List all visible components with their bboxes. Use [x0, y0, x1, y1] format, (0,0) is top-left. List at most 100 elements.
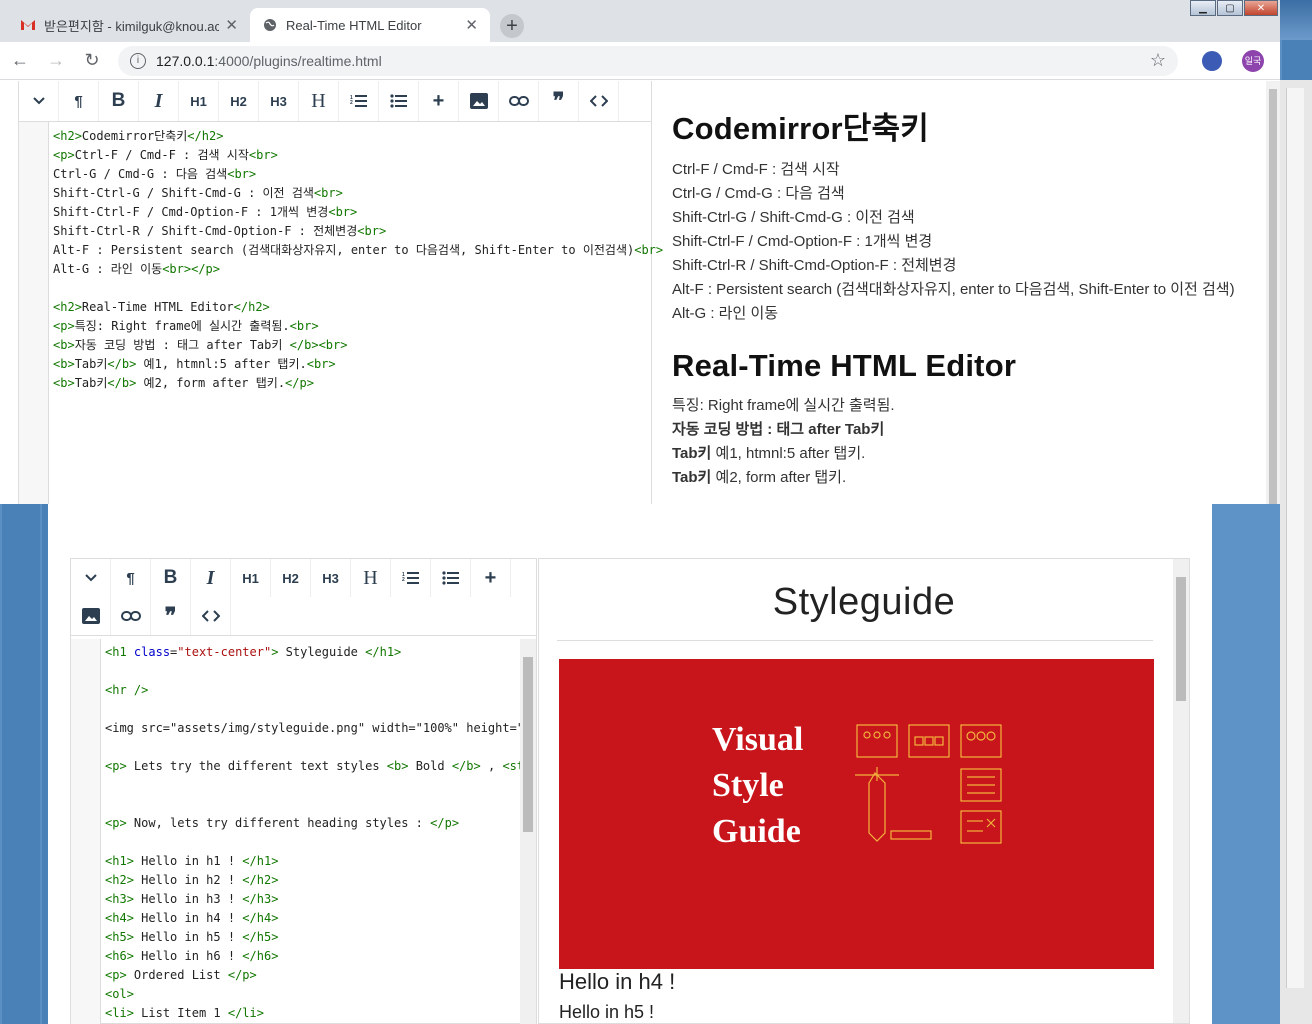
link-icon[interactable]	[111, 597, 151, 635]
italic-button[interactable]: I	[139, 81, 179, 121]
ordered-list-icon[interactable]: 12	[391, 559, 431, 597]
bold-button[interactable]: B	[99, 81, 139, 121]
code-line[interactable]: 9	[19, 279, 651, 298]
reload-icon[interactable]: ↻	[76, 45, 108, 77]
h1-button[interactable]: H1	[231, 559, 271, 597]
add-button[interactable]: +	[471, 559, 511, 597]
scrollbar-thumb[interactable]	[1269, 89, 1277, 504]
code-editor-2: ¶ B I H1 H2 H3 H 12 + ❞ 1<h1 class="text…	[70, 558, 537, 1024]
code-line[interactable]: 13<b>Tab키</b> 예1, htmnl:5 after 탭키.<br>	[19, 355, 651, 374]
code-line[interactable]: 11	[71, 833, 521, 852]
close-tab-icon[interactable]: ✕	[465, 16, 478, 34]
image-icon[interactable]	[459, 81, 499, 121]
code-line[interactable]: 32<li> List Item 1 </li>	[71, 1004, 521, 1023]
maximize-icon[interactable]: ▢	[1217, 0, 1243, 16]
h2-button[interactable]: H2	[271, 559, 311, 597]
code-line[interactable]: 8	[71, 776, 521, 795]
code-line[interactable]: 16<h5> Hello in h5 ! </h5>	[71, 928, 521, 947]
minimize-icon[interactable]: ▁	[1190, 0, 1216, 16]
code-line[interactable]: 2	[71, 662, 521, 681]
info-icon[interactable]: i	[130, 52, 146, 69]
extension-icon[interactable]	[1202, 50, 1222, 71]
editor-scrollbar[interactable]	[520, 639, 536, 1024]
collapse-button[interactable]	[19, 81, 59, 121]
close-window-icon[interactable]: ✕	[1244, 0, 1278, 16]
forward-icon[interactable]: →	[40, 45, 72, 77]
code-line[interactable]: 7 Alt-F : Persistent search (검색대화상자유지, e…	[19, 241, 663, 260]
code-line[interactable]: 15<h4> Hello in h4 ! </h4>	[71, 909, 521, 928]
code-text: <h2>Real-Time HTML Editor</h2>	[53, 300, 270, 314]
code-line[interactable]: 10<p> Now, lets try different heading st…	[71, 814, 521, 833]
image-icon[interactable]	[71, 597, 111, 635]
code-icon[interactable]	[579, 81, 619, 121]
profile-avatar[interactable]: 일국	[1242, 49, 1264, 72]
svg-text:2: 2	[402, 577, 405, 583]
code-line[interactable]: 14<h3> Hello in h3 ! </h3>	[71, 890, 521, 909]
ordered-list-icon[interactable]: 12	[339, 81, 379, 121]
code-text: <h2>Codemirror단축키</h2>	[53, 129, 224, 143]
code-text: <b>Tab키</b> 예2, form after 탭키.</p>	[53, 376, 314, 390]
code-line[interactable]: 5Shift-Ctrl-F / Cmd-Option-F : 1개씩 변경<br…	[19, 203, 651, 222]
collapse-button[interactable]	[71, 559, 111, 597]
scrollbar-thumb[interactable]	[1176, 577, 1186, 701]
code-text: <b>자동 코딩 방법 : 태그 after Tab키 </b><br>	[53, 338, 348, 352]
code-line[interactable]: 9	[71, 795, 521, 814]
code-icon[interactable]	[191, 597, 231, 635]
heading-button[interactable]: H	[351, 559, 391, 597]
tab-gmail[interactable]: 받은편지함 - kimilguk@knou.ac ✕	[8, 8, 250, 42]
code-area-2[interactable]: 1<h1 class="text-center"> Styleguide </h…	[71, 639, 521, 1024]
scrollbar-thumb[interactable]	[523, 657, 533, 832]
code-line[interactable]: 3<hr />	[71, 681, 521, 700]
unordered-list-icon[interactable]	[379, 81, 419, 121]
preview-scrollbar[interactable]	[1173, 559, 1189, 1023]
back-icon[interactable]: ←	[4, 45, 36, 77]
unordered-list-icon[interactable]	[431, 559, 471, 597]
code-line[interactable]: 6Shift-Ctrl-R / Shift-Cmd-Option-F : 전체변…	[19, 222, 651, 241]
heading-label: H	[311, 89, 326, 112]
code-line[interactable]: 8 Alt-G : 라인 이동<br></p>	[19, 260, 651, 279]
new-tab-button[interactable]: +	[500, 14, 524, 38]
code-line[interactable]: 12<h1> Hello in h1 ! </h1>	[71, 852, 521, 871]
h1-button[interactable]: H1	[179, 81, 219, 121]
code-line[interactable]: 5 <img src="assets/img/styleguide.png" w…	[71, 719, 521, 738]
quote-icon[interactable]: ❞	[539, 81, 579, 121]
code-line[interactable]: 14<b>Tab키</b> 예2, form after 탭키.</p>	[19, 374, 651, 393]
bold-button[interactable]: B	[151, 559, 191, 597]
h1-label: H1	[242, 570, 259, 586]
link-icon[interactable]	[499, 81, 539, 121]
code-line[interactable]: 4Shift-Ctrl-G / Shift-Cmd-G : 이전 검색<br>	[19, 184, 651, 203]
code-line[interactable]: 10<h2>Real-Time HTML Editor</h2>	[19, 298, 651, 317]
outer-scrollbar[interactable]	[1280, 80, 1312, 1024]
address-bar[interactable]: i 127.0.0.1:4000/plugins/realtime.html ☆	[118, 45, 1178, 76]
code-line[interactable]: 17<h6> Hello in h6 ! </h6>	[71, 947, 521, 966]
code-line[interactable]: 6	[71, 738, 521, 757]
code-line[interactable]: 13<h2> Hello in h2 ! </h2>	[71, 871, 521, 890]
h2-button[interactable]: H2	[219, 81, 259, 121]
code-line[interactable]: 2<p>Ctrl-F / Cmd-F : 검색 시작<br>	[19, 146, 651, 165]
heading-button[interactable]: H	[299, 81, 339, 121]
bookmark-star-icon[interactable]: ☆	[1150, 50, 1166, 71]
close-tab-icon[interactable]: ✕	[225, 16, 238, 34]
code-line[interactable]: 7<p> Lets try the different text styles …	[71, 757, 521, 776]
paragraph-button[interactable]: ¶	[111, 559, 151, 597]
code-line[interactable]: 1<h1 class="text-center"> Styleguide </h…	[71, 643, 521, 662]
code-line[interactable]: 31<ol>	[71, 985, 521, 1004]
code-area-1[interactable]: 1<h2>Codemirror단축키</h2>2<p>Ctrl-F / Cmd-…	[19, 122, 663, 504]
code-line[interactable]: 11<p>특징: Right frame에 실시간 출력됨.<br>	[19, 317, 651, 336]
url-host: 127.0.0.1	[156, 52, 215, 69]
code-line[interactable]: 1<h2>Codemirror단축키</h2>	[19, 127, 651, 146]
quote-icon[interactable]: ❞	[151, 597, 191, 635]
h3-button[interactable]: H3	[311, 559, 351, 597]
divider	[557, 640, 1153, 641]
tab-realtime-editor[interactable]: Real-Time HTML Editor ✕	[250, 8, 490, 42]
code-line[interactable]: 3Ctrl-G / Cmd-G : 다음 검색<br>	[19, 165, 651, 184]
code-line[interactable]: 4	[71, 700, 521, 719]
scrollbar-thumb[interactable]	[1286, 88, 1304, 988]
add-button[interactable]: +	[419, 81, 459, 121]
code-line[interactable]: 30<p> Ordered List </p>	[71, 966, 521, 985]
italic-button[interactable]: I	[191, 559, 231, 597]
h3-button[interactable]: H3	[259, 81, 299, 121]
paragraph-button[interactable]: ¶	[59, 81, 99, 121]
code-line[interactable]: 12<b>자동 코딩 방법 : 태그 after Tab키 </b><br>	[19, 336, 651, 355]
page-scrollbar[interactable]	[1266, 81, 1280, 504]
